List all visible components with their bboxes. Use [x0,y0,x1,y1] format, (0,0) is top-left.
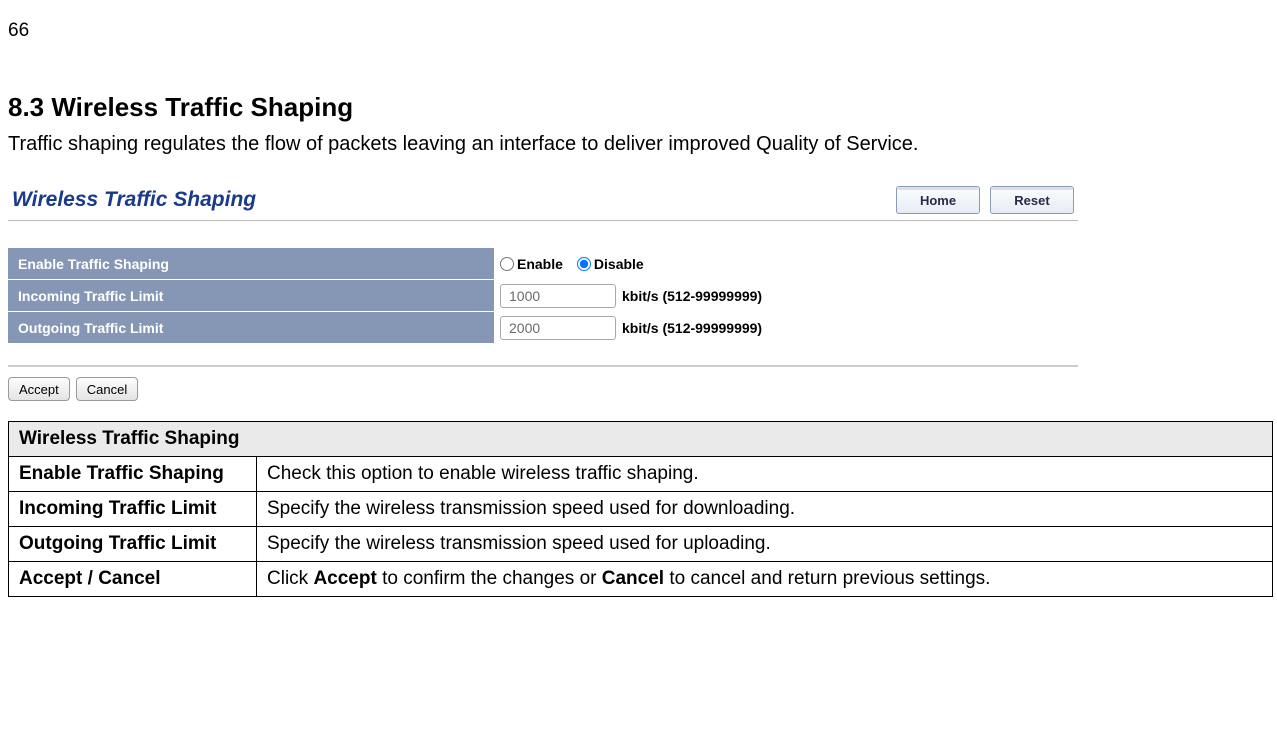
home-button[interactable]: Home [896,186,980,214]
outgoing-limit-suffix: kbit/s (512-99999999) [622,320,762,336]
accept-button[interactable]: Accept [8,377,70,401]
reset-button[interactable]: Reset [990,186,1074,214]
config-form: Enable Traffic Shaping Enable Disable In… [8,247,1078,367]
radio-disable-text: Disable [594,256,644,272]
desc-val-b2: Cancel [602,568,664,589]
action-buttons: Accept Cancel [8,377,1078,401]
label-enable-traffic-shaping: Enable Traffic Shaping [8,248,494,279]
radio-disable-label[interactable]: Disable [577,256,644,272]
nav-buttons: Home Reset [896,186,1074,214]
desc-val-post: to cancel and return previous settings. [664,568,990,589]
value-incoming-limit: kbit/s (512-99999999) [494,284,1078,308]
section-heading: 8.3 Wireless Traffic Shaping [8,92,1269,123]
table-row: Outgoing Traffic Limit Specify the wirel… [9,527,1273,562]
row-incoming-limit: Incoming Traffic Limit kbit/s (512-99999… [8,279,1078,311]
desc-val-mid: to confirm the changes or [377,568,602,589]
page-number: 66 [8,20,1269,42]
table-row: Incoming Traffic Limit Specify the wirel… [9,492,1273,527]
desc-val: Check this option to enable wireless tra… [257,457,1273,492]
desc-val: Specify the wireless transmission speed … [257,527,1273,562]
table-header: Wireless Traffic Shaping [9,422,1273,457]
value-enable-traffic-shaping: Enable Disable [494,256,1078,272]
cancel-button[interactable]: Cancel [76,377,138,401]
incoming-limit-suffix: kbit/s (512-99999999) [622,288,762,304]
config-screenshot: Wireless Traffic Shaping Home Reset Enab… [8,180,1078,401]
radio-enable-text: Enable [517,256,563,272]
desc-key: Accept / Cancel [9,562,257,597]
screenshot-title: Wireless Traffic Shaping [12,188,256,212]
radio-disable[interactable] [577,257,591,271]
table-header-row: Wireless Traffic Shaping [9,422,1273,457]
table-row: Accept / Cancel Click Accept to confirm … [9,562,1273,597]
desc-key: Outgoing Traffic Limit [9,527,257,562]
desc-key: Enable Traffic Shaping [9,457,257,492]
row-outgoing-limit: Outgoing Traffic Limit kbit/s (512-99999… [8,311,1078,343]
label-incoming-limit: Incoming Traffic Limit [8,280,494,311]
row-enable-traffic-shaping: Enable Traffic Shaping Enable Disable [8,247,1078,279]
desc-val: Specify the wireless transmission speed … [257,492,1273,527]
value-outgoing-limit: kbit/s (512-99999999) [494,316,1078,340]
screenshot-header: Wireless Traffic Shaping Home Reset [8,180,1078,221]
incoming-limit-input[interactable] [500,284,616,308]
desc-val-pre: Click [267,568,313,589]
desc-val-b1: Accept [313,568,376,589]
desc-key: Incoming Traffic Limit [9,492,257,527]
table-row: Enable Traffic Shaping Check this option… [9,457,1273,492]
section-intro: Traffic shaping regulates the flow of pa… [8,133,1269,156]
radio-enable-label[interactable]: Enable [500,256,563,272]
label-outgoing-limit: Outgoing Traffic Limit [8,312,494,343]
description-table: Wireless Traffic Shaping Enable Traffic … [8,421,1273,597]
desc-val: Click Accept to confirm the changes or C… [257,562,1273,597]
radio-enable[interactable] [500,257,514,271]
outgoing-limit-input[interactable] [500,316,616,340]
